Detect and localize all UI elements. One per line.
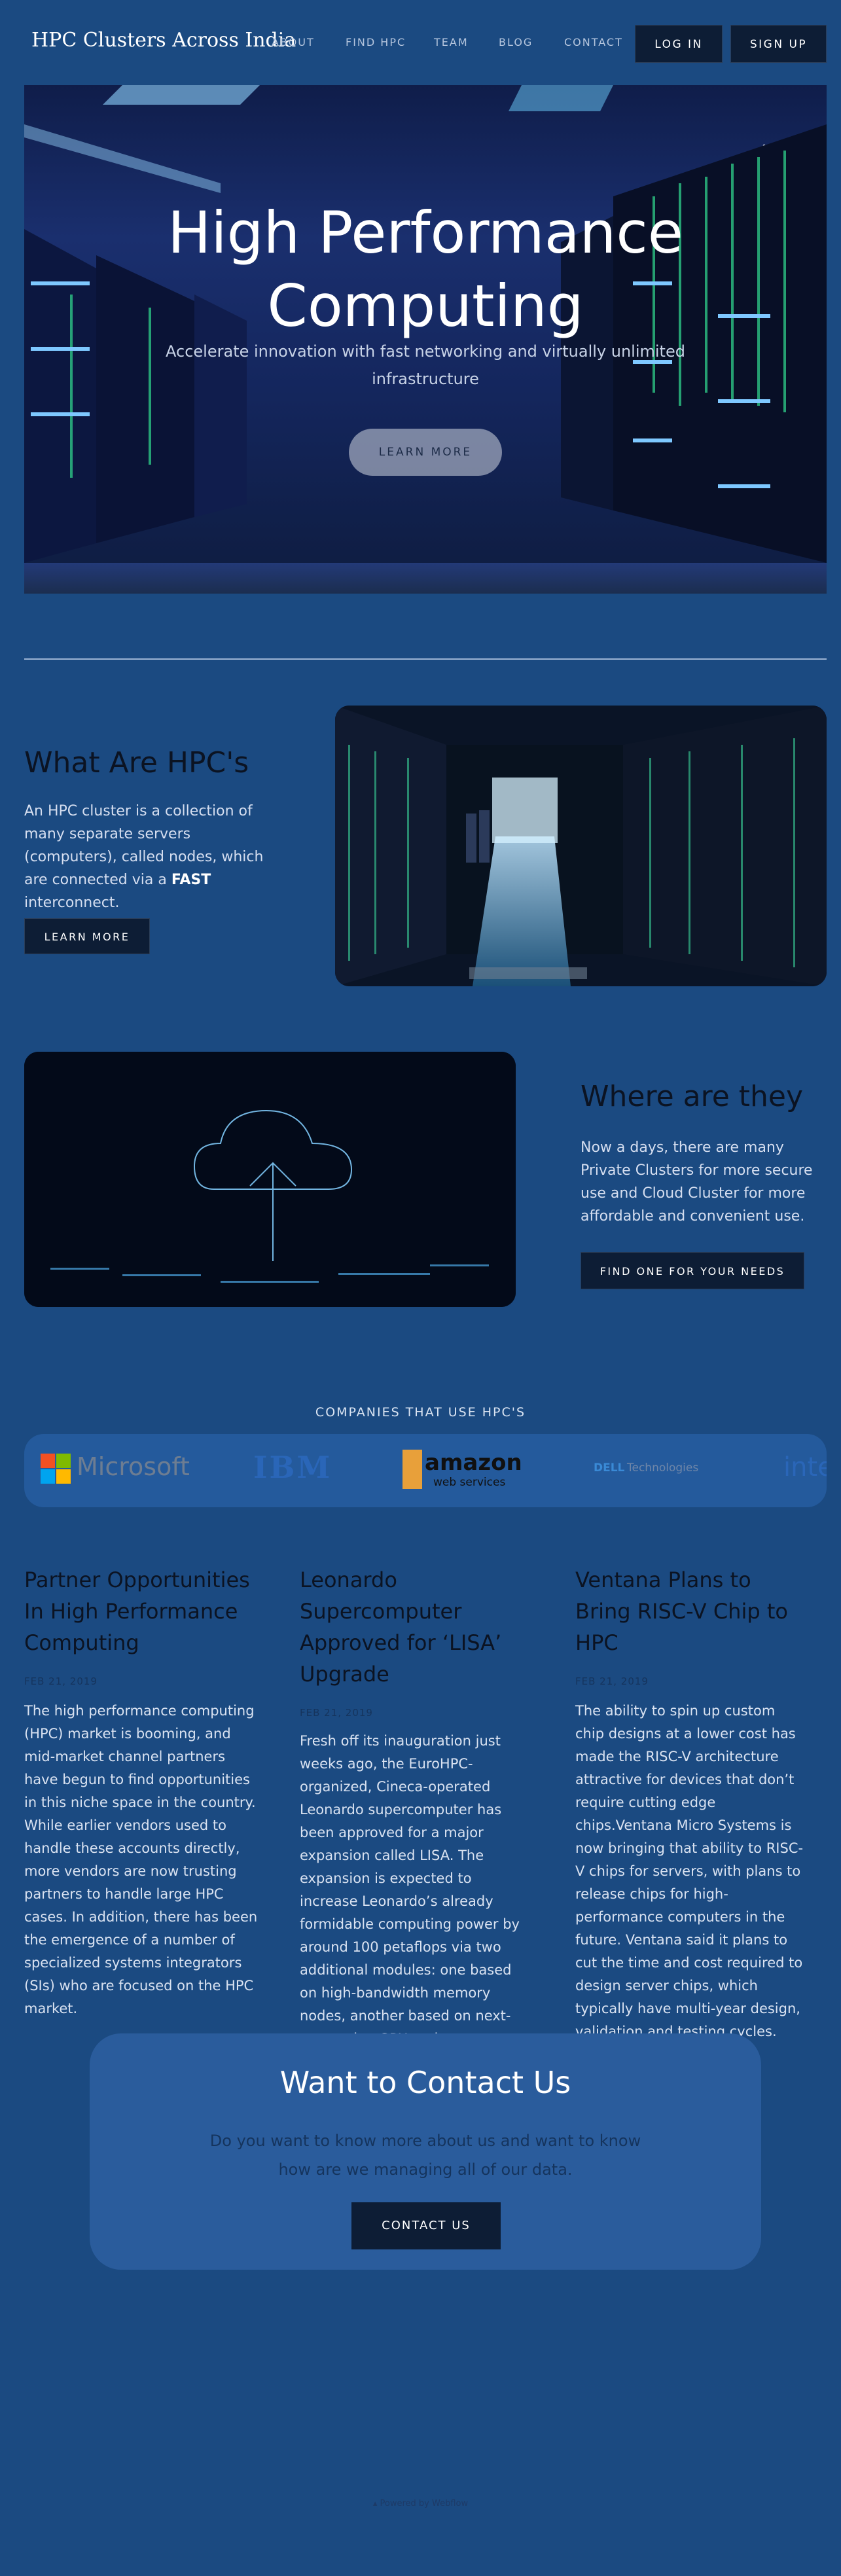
news-date-1: FEB 21, 2019 — [24, 1675, 98, 1687]
news-text-1: The high performance computing (HPC) mar… — [24, 1703, 258, 2016]
footer-text[interactable]: Powered by Webflow — [380, 2499, 469, 2509]
nav-blog[interactable]: BLOG — [499, 36, 533, 48]
ibm-logo: IBM — [253, 1450, 332, 1485]
find-hpc-button[interactable]: FIND ONE FOR YOUR NEEDS — [581, 1252, 804, 1289]
contact-us-button[interactable]: CONTACT US — [351, 2202, 501, 2249]
microsoft-logo-icon — [41, 1454, 71, 1484]
hero-title-line-1: High Performance — [168, 199, 683, 266]
hero-learn-more-button[interactable]: LEARN MORE — [349, 429, 502, 476]
news-date-2: FEB 21, 2019 — [300, 1707, 373, 1719]
server-aisle-image — [335, 706, 827, 986]
nav-about[interactable]: ABOUT — [272, 36, 315, 48]
contact-section: Want to Contact Us Do you want to know m… — [90, 2033, 761, 2270]
news-title-3[interactable]: Ventana Plans to Bring RISC-V Chip to HP… — [575, 1564, 798, 1658]
contact-subtitle: Do you want to know more about us and wa… — [209, 2132, 641, 2179]
webflow-icon: ▴ — [372, 2499, 380, 2509]
dell-logo-text: DELL — [594, 1461, 625, 1475]
nav-contact[interactable]: CONTACT — [564, 36, 623, 48]
hero-subtitle: Accelerate innovation with fast networki… — [166, 342, 685, 388]
what-title: What Are HPC's — [24, 746, 249, 779]
login-button[interactable]: LOG IN — [635, 25, 723, 63]
aws-boxes-icon — [403, 1450, 422, 1489]
footer: ▴ Powered by Webflow — [0, 2499, 841, 2509]
dell-logo-subtext: Technologies — [627, 1461, 699, 1475]
brand-logo[interactable]: HPC Clusters Across India — [31, 29, 296, 52]
where-title: Where are they — [581, 1080, 804, 1113]
news-text-3: The ability to spin up custom chip desig… — [575, 1703, 804, 2039]
where-text: Now a days, there are many Private Clust… — [581, 1139, 813, 1225]
news-text-2: Fresh off its inauguration just weeks ag… — [300, 1733, 520, 2047]
hero-title: High Performance Computing — [24, 196, 827, 343]
what-text-part-2: interconnect. — [24, 895, 120, 911]
site-header: HPC Clusters Across India ABOUT FIND HPC… — [0, 0, 841, 85]
signup-button[interactable]: SIGN UP — [730, 25, 827, 63]
nav-find-hpc[interactable]: FIND HPC — [346, 36, 406, 48]
hero-banner: High Performance Computing Accelerate in… — [24, 85, 827, 594]
nav-team[interactable]: TEAM — [434, 36, 469, 48]
contact-title: Want to Contact Us — [279, 2065, 571, 2100]
company-logos-strip: Microsoft IBM amazon web services DELL T… — [24, 1434, 827, 1507]
companies-title: COMPANIES THAT USE HPC'S — [315, 1405, 526, 1420]
what-text-bold: FAST — [171, 872, 211, 888]
cloud-upload-image — [24, 1052, 516, 1307]
section-divider — [24, 658, 827, 660]
news-date-3: FEB 21, 2019 — [575, 1675, 649, 1687]
hero-title-line-2: Computing — [267, 272, 584, 340]
microsoft-logo-text: Microsoft — [77, 1452, 190, 1481]
news-title-1[interactable]: Partner Opportunities In High Performanc… — [24, 1564, 253, 1658]
intel-logo: intel — [783, 1452, 827, 1482]
amazon-logo-text: amazon — [425, 1450, 522, 1476]
aws-logo-subtext: web services — [433, 1476, 506, 1489]
what-text: An HPC cluster is a collection of many s… — [24, 800, 286, 914]
what-text-part-1: An HPC cluster is a collection of many s… — [24, 803, 264, 888]
what-learn-more-button[interactable]: LEARN MORE — [24, 918, 150, 954]
news-title-2[interactable]: Leonardo Supercomputer Approved for ‘LIS… — [300, 1564, 522, 1690]
